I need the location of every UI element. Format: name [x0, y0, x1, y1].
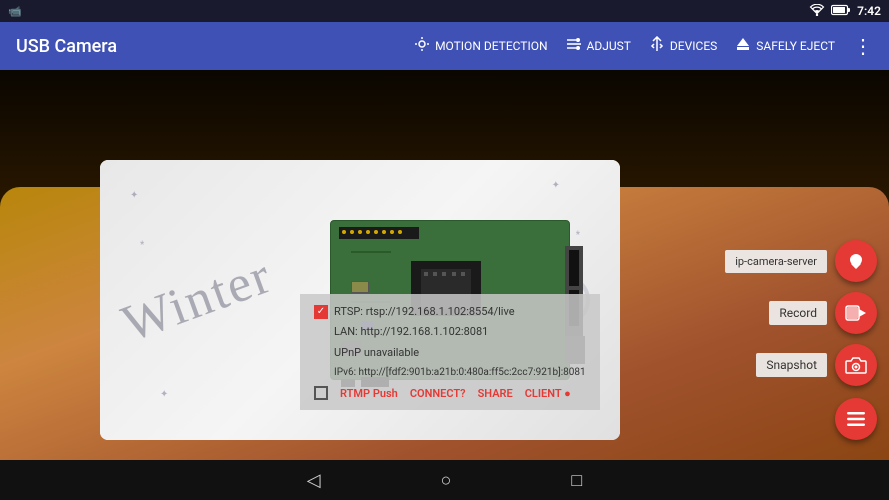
chip-pin [461, 272, 465, 276]
usb-port-1 [569, 250, 579, 286]
eject-icon [735, 36, 751, 56]
battery-icon [831, 4, 851, 19]
rtsp-text: RTSP: rtsp://192.168.1.102:8554/live [334, 304, 515, 321]
upnp-row: UPnP unavailable [334, 345, 586, 362]
star-deco-5: * [140, 240, 144, 251]
chip-pin [424, 272, 428, 276]
motion-detection-button[interactable]: MOTION DETECTION [414, 36, 547, 56]
gpio-pin [398, 230, 402, 234]
star-deco-2: ✦ [552, 180, 560, 191]
snapshot-button[interactable] [835, 344, 877, 386]
devices-button[interactable]: DEVICES [649, 36, 717, 56]
ip-camera-server-row: ip-camera-server [725, 240, 877, 282]
motion-detection-label: MOTION DETECTION [435, 39, 547, 53]
info-actions: RTMP Push CONNECT? SHARE CLIENT ● [314, 386, 586, 400]
adjust-button[interactable]: ADJUST [566, 36, 631, 56]
adjust-label: ADJUST [587, 39, 631, 53]
gpio-pin [350, 230, 354, 234]
gpio-pin [358, 230, 362, 234]
rtsp-row: ✓ RTSP: rtsp://192.168.1.102:8554/live [314, 304, 586, 321]
app-bar-actions: MOTION DETECTION ADJUST [414, 36, 873, 56]
notebook-text: Winter [115, 246, 280, 354]
gpio-pin [382, 230, 386, 234]
devices-label: DEVICES [670, 39, 717, 53]
rtmp-push-link[interactable]: RTMP Push [340, 387, 398, 400]
camera-view: ✦ ✦ ✦ ✦ * * Winter [0, 70, 889, 460]
status-bar: 📹 7:42 [0, 0, 889, 22]
record-button[interactable] [835, 292, 877, 334]
camera-status-icon: 📹 [8, 5, 22, 18]
menu-row [835, 398, 877, 440]
rtsp-checkbox[interactable]: ✓ [314, 305, 328, 319]
bottom-checkbox[interactable] [314, 386, 328, 400]
safely-eject-label: SAFELY EJECT [756, 39, 835, 53]
back-button[interactable]: ◁ [307, 470, 321, 491]
info-overlay: ✓ RTSP: rtsp://192.168.1.102:8554/live L… [300, 294, 600, 411]
more-options-button[interactable]: ⋮ [853, 36, 873, 56]
connect-link[interactable]: CONNECT? [410, 387, 466, 400]
status-bar-right: 7:42 [809, 4, 881, 19]
ipv6-row: IPv6: http://[fdf2:901b:a21b:0:480a:ff5c… [334, 365, 586, 380]
gpio-pin [390, 230, 394, 234]
home-button[interactable]: ○ [441, 470, 452, 491]
snapshot-label: Snapshot [756, 353, 827, 377]
gpio-pins [339, 227, 419, 239]
more-icon: ⋮ [853, 36, 873, 56]
wifi-icon [809, 4, 825, 19]
gpio-pin [374, 230, 378, 234]
star-deco-6: * [576, 230, 580, 241]
trace-1 [351, 251, 391, 253]
upnp-text: UPnP unavailable [334, 345, 419, 362]
motion-detection-icon [414, 36, 430, 56]
status-bar-left: 📹 [8, 5, 22, 18]
adjust-icon [566, 36, 582, 56]
menu-button[interactable] [835, 398, 877, 440]
time-display: 7:42 [857, 4, 881, 18]
star-deco-3: ✦ [160, 389, 168, 400]
app-title: USB Camera [16, 36, 117, 57]
snapshot-row: Snapshot [756, 344, 877, 386]
lan-text: LAN: http://192.168.1.102:8081 [334, 324, 488, 341]
ip-camera-server-label: ip-camera-server [725, 250, 827, 273]
ip-camera-server-button[interactable] [835, 240, 877, 282]
devices-icon [649, 36, 665, 56]
lan-row: LAN: http://192.168.1.102:8081 [334, 324, 586, 341]
record-label: Record [769, 301, 827, 325]
record-row: Record [769, 292, 877, 334]
recent-apps-button[interactable]: □ [571, 470, 582, 491]
app-bar: USB Camera MOTION DETECTION [0, 22, 889, 70]
chip-pin [442, 272, 446, 276]
nav-bar: ◁ ○ □ [0, 460, 889, 500]
side-actions: ip-camera-server Record [725, 240, 877, 440]
capacitor [351, 281, 369, 293]
safely-eject-button[interactable]: SAFELY EJECT [735, 36, 835, 56]
star-deco-1: ✦ [130, 190, 138, 201]
chip-pin [433, 272, 437, 276]
gpio-pin [342, 230, 346, 234]
gpio-pin [366, 230, 370, 234]
ipv6-text: IPv6: http://[fdf2:901b:a21b:0:480a:ff5c… [334, 365, 586, 380]
chip-pin [452, 272, 456, 276]
share-link[interactable]: SHARE [478, 387, 513, 400]
client-link[interactable]: CLIENT ● [525, 387, 571, 400]
